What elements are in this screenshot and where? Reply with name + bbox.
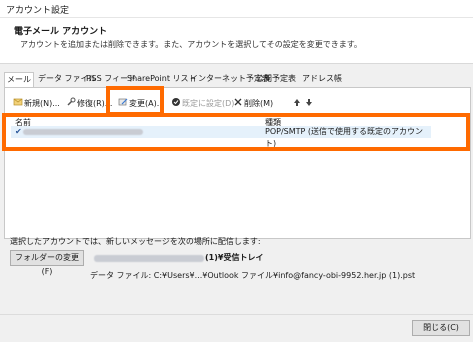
change-folder-button[interactable]: フォルダーの変更(F)	[10, 250, 84, 276]
delivery-folder: (1)¥受信トレイ	[205, 253, 264, 262]
set-default-button[interactable]: 既定に設定(D)	[171, 96, 234, 112]
header-title: 電子メール アカウント	[14, 27, 108, 37]
move-up-button[interactable]	[292, 96, 303, 112]
tab-published-calendars[interactable]: 公開予定表	[254, 72, 298, 86]
window-titlebar: アカウント設定	[0, 0, 473, 18]
tab-address-books[interactable]: アドレス帳	[300, 72, 344, 86]
delivery-location-label: 選択したアカウントでは、新しいメッセージを次の場所に配信します:	[10, 237, 261, 246]
highlight-change-button	[106, 86, 164, 116]
tab-mail[interactable]: メール	[4, 72, 34, 88]
redacted-mailbox-name	[94, 255, 204, 262]
delete-account-button[interactable]: 削除(M)	[233, 96, 273, 112]
arrow-down-icon	[306, 99, 312, 106]
header-subtitle: アカウントを追加または削除できます。また、アカウントを選択してその設定を変更でき…	[20, 40, 362, 49]
new-mail-icon	[13, 98, 23, 106]
checkmark-circle-icon	[172, 98, 180, 106]
dialog-content: メール データ ファイル RSS フィード SharePoint リスト インタ…	[0, 63, 473, 342]
arrow-up-icon	[294, 99, 300, 106]
new-account-label: 新規(N)...	[24, 99, 60, 108]
close-button[interactable]: 閉じる(C)	[412, 320, 470, 336]
set-default-label: 既定に設定(D)	[182, 99, 235, 108]
delete-account-label: 削除(M)	[244, 99, 274, 108]
move-down-button[interactable]	[304, 96, 315, 112]
new-account-button[interactable]: 新規(N)...	[13, 96, 60, 112]
mail-accounts-panel: 新規(N)... 修復(R)... 変更(A)... 既定に設定(D) 削除(M…	[4, 87, 471, 239]
repair-icon	[67, 97, 76, 106]
dialog-header: 電子メール アカウント アカウントを追加または削除できます。また、アカウントを選…	[0, 18, 473, 63]
account-toolbar: 新規(N)... 修復(R)... 変更(A)... 既定に設定(D) 削除(M…	[11, 96, 466, 112]
window-title: アカウント設定	[6, 6, 70, 16]
delete-x-icon	[234, 98, 242, 106]
data-file-path: データ ファイル: C:¥Users¥...¥Outlook ファイル¥info…	[90, 271, 416, 280]
footer-divider	[0, 314, 473, 315]
highlight-account-row	[2, 113, 470, 151]
